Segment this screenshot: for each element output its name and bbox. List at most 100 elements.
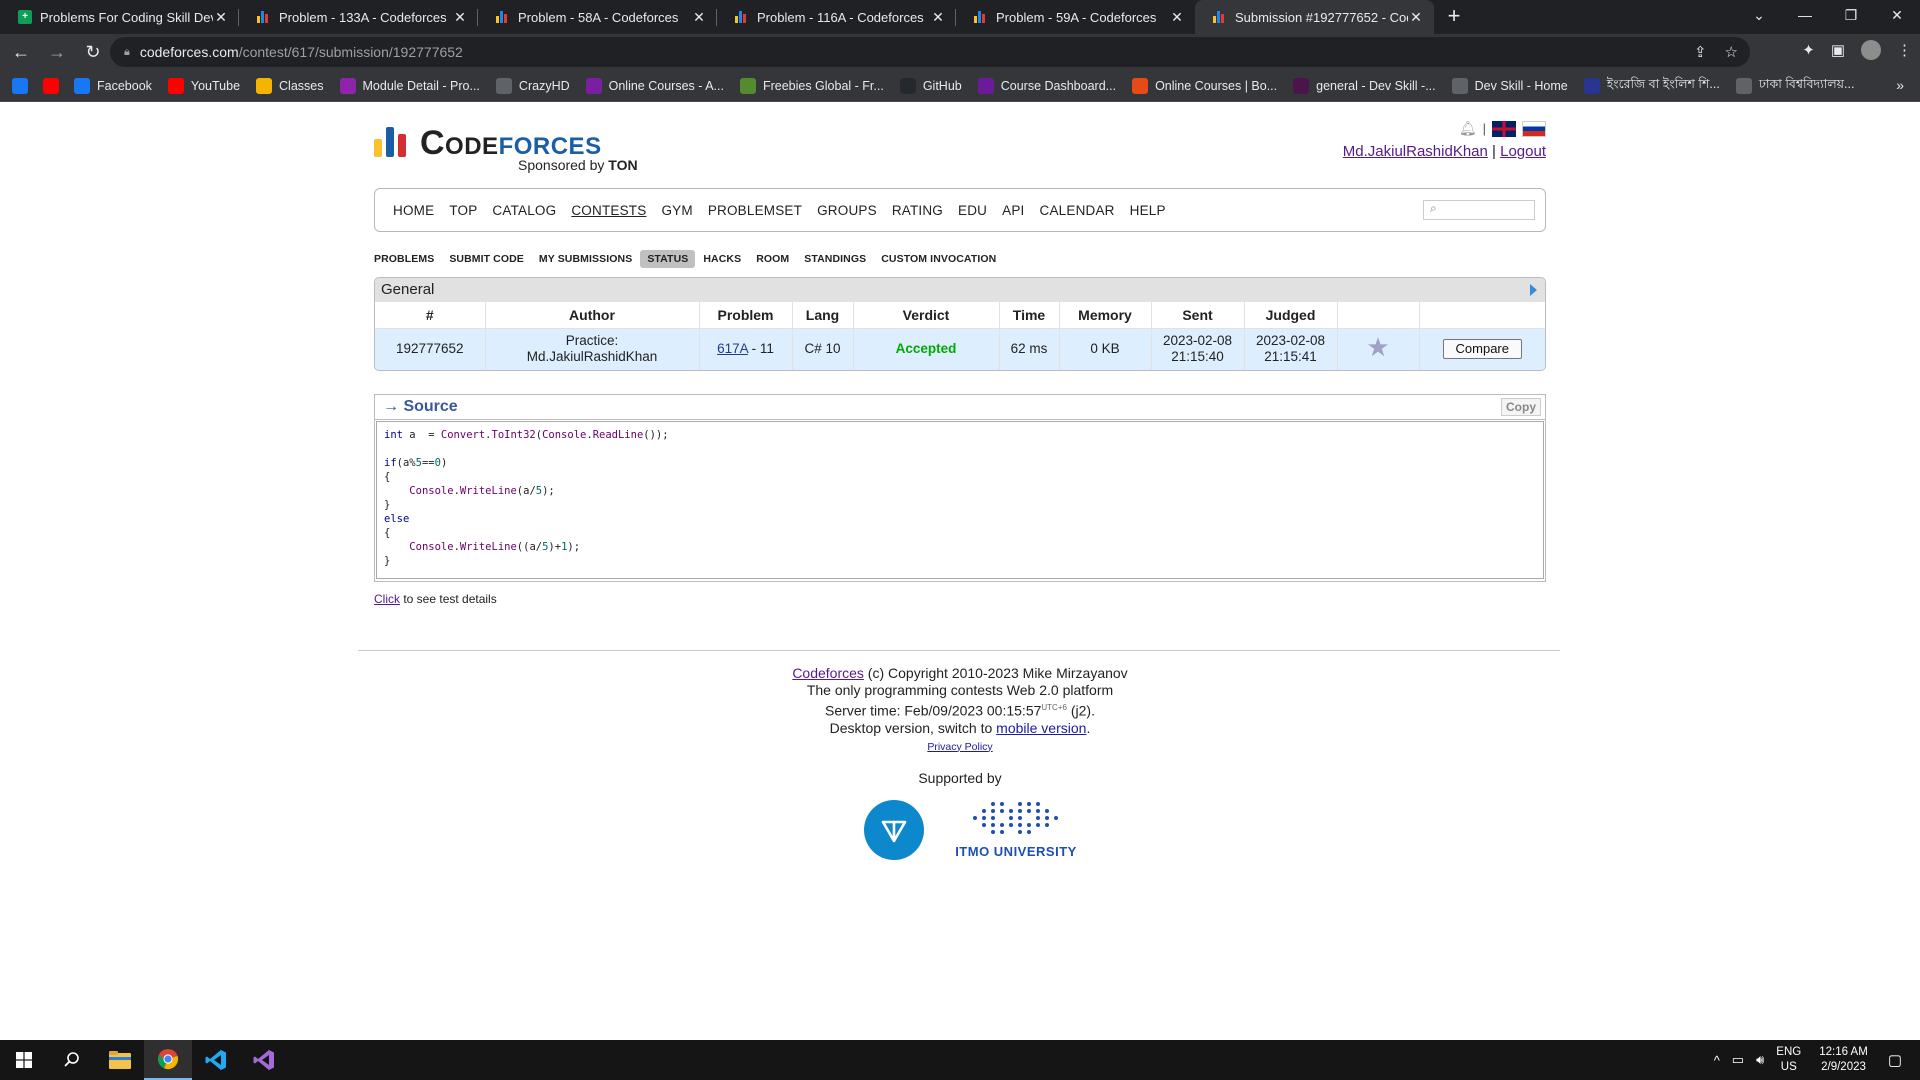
restore-icon[interactable]: ❐ — [1828, 0, 1874, 30]
back-icon[interactable]: ← — [6, 42, 36, 63]
bookmark-star-icon[interactable]: ☆ — [1725, 43, 1738, 61]
bookmark-item[interactable]: Online Courses - A... — [585, 77, 724, 94]
source-code[interactable]: int a = Convert.ToInt32(Console.ReadLine… — [376, 421, 1544, 579]
tab-search-icon[interactable]: ⌄ — [1736, 0, 1782, 30]
bookmark-label: general - Dev Skill -... — [1316, 78, 1436, 93]
menu-item-top[interactable]: Top — [449, 203, 477, 218]
file-explorer-icon[interactable] — [96, 1040, 144, 1080]
browser-tab[interactable]: Problem - 58A - Codeforces ✕ — [478, 0, 717, 34]
favourite-star-icon[interactable]: ★ — [1366, 332, 1389, 362]
subnav-standings[interactable]: Standings — [804, 253, 866, 265]
bookmark-item[interactable] — [12, 77, 35, 94]
logout-link[interactable]: Logout — [1500, 143, 1546, 160]
itmo-logo[interactable]: ITMO UNIVERSITY — [953, 802, 1079, 859]
bookmark-item[interactable] — [43, 77, 66, 94]
subnav-problems[interactable]: Problems — [374, 253, 434, 265]
bookmark-item[interactable]: CrazyHD — [495, 77, 570, 94]
close-window-icon[interactable]: ✕ — [1874, 0, 1920, 30]
tray-overflow-icon[interactable]: ^ — [1714, 1053, 1720, 1068]
bookmark-item[interactable]: Online Courses | Bo... — [1132, 77, 1277, 94]
close-icon[interactable]: ✕ — [691, 9, 707, 26]
menu-item-calendar[interactable]: Calendar — [1040, 203, 1115, 218]
network-icon[interactable]: ▭ — [1732, 1052, 1744, 1068]
windows-start-icon[interactable] — [0, 1040, 48, 1080]
menu-item-help[interactable]: Help — [1130, 203, 1166, 218]
menu-item-api[interactable]: API — [1002, 203, 1024, 218]
browser-tab[interactable]: Problem - 59A - Codeforces ✕ — [956, 0, 1195, 34]
privacy-policy-link[interactable]: Privacy Policy — [927, 741, 992, 753]
browser-tab[interactable]: Problem - 133A - Codeforces ✕ — [239, 0, 478, 34]
language-indicator[interactable]: ENG US — [1776, 1045, 1801, 1075]
bookmark-item[interactable]: ইংরেজি বা ইংলিশ শি... — [1583, 76, 1720, 96]
expand-arrow-icon[interactable] — [1530, 284, 1537, 296]
visual-studio-icon[interactable] — [240, 1040, 288, 1080]
new-tab-button[interactable]: + — [1434, 0, 1474, 34]
menu-item-home[interactable]: Home — [393, 203, 434, 218]
menu-icon[interactable]: ⋮ — [1897, 41, 1912, 59]
subnav-hacks[interactable]: Hacks — [703, 253, 741, 265]
close-icon[interactable]: ✕ — [1408, 9, 1424, 26]
close-icon[interactable]: ✕ — [213, 9, 229, 26]
notification-center-icon[interactable]: ▢ — [1888, 1051, 1902, 1069]
menu-item-problemset[interactable]: Problemset — [708, 203, 802, 218]
forward-icon[interactable]: → — [42, 42, 72, 63]
close-icon[interactable]: ✕ — [452, 9, 468, 26]
menu-item-gym[interactable]: Gym — [661, 203, 692, 218]
share-icon[interactable]: ⇪ — [1694, 43, 1707, 61]
chrome-icon[interactable] — [144, 1040, 192, 1080]
compare-button[interactable]: Compare — [1442, 339, 1522, 360]
bookmark-item[interactable]: Facebook — [74, 77, 152, 94]
menu-item-rating[interactable]: Rating — [892, 203, 943, 218]
user-profile-link[interactable]: Md.JakiulRashidKhan — [1343, 143, 1488, 160]
column-header: Sent — [1151, 302, 1245, 328]
bookmarks-overflow-icon[interactable]: » — [1896, 77, 1904, 93]
copy-button[interactable]: Copy — [1501, 398, 1541, 416]
search-input[interactable]: ⌕ — [1423, 200, 1535, 220]
subnav-my-submissions[interactable]: My Submissions — [539, 253, 632, 265]
test-details-link[interactable]: Click — [374, 592, 400, 606]
menu-item-edu[interactable]: Edu — [958, 203, 987, 218]
browser-tab[interactable]: + Problems For Coding Skill Develo ✕ — [0, 0, 239, 34]
bookmark-item[interactable]: YouTube — [167, 77, 240, 94]
vscode-icon[interactable] — [192, 1040, 240, 1080]
subnav-custom-invocation[interactable]: Custom Invocation — [881, 253, 996, 265]
menu-item-catalog[interactable]: Catalog — [492, 203, 556, 218]
search-icon[interactable] — [48, 1040, 96, 1080]
english-flag-icon[interactable] — [1492, 120, 1516, 137]
bookmark-item[interactable]: Module Detail - Pro... — [339, 77, 480, 94]
bookmark-item[interactable]: ঢাকা বিশ্ববিদ্যালয়... — [1735, 76, 1854, 96]
bookmark-item[interactable]: GitHub — [899, 77, 962, 94]
close-icon[interactable]: ✕ — [1169, 9, 1185, 26]
browser-tab-active[interactable]: Submission #192777652 - Codef ✕ — [1195, 0, 1434, 34]
close-icon[interactable]: ✕ — [930, 9, 946, 26]
minimize-icon[interactable]: — — [1782, 0, 1828, 30]
profile-avatar[interactable] — [1861, 40, 1881, 60]
address-bar[interactable]: 🔒︎ codeforces.com/contest/617/submission… — [110, 37, 1750, 67]
russian-flag-icon[interactable] — [1522, 120, 1546, 137]
bookmark-item[interactable]: Freebies Global - Fr... — [739, 77, 884, 94]
notification-bell-icon[interactable]: 🔔︎ — [1459, 120, 1477, 137]
extensions-icon[interactable]: ✦ — [1802, 41, 1815, 59]
reload-icon[interactable]: ↻ — [78, 42, 108, 63]
bookmark-item[interactable]: Classes — [256, 77, 324, 94]
clock[interactable]: 12:16 AM 2/9/2023 — [1819, 1045, 1868, 1075]
author-name[interactable]: Md.JakiulRashidKhan — [486, 349, 699, 365]
footer-codeforces-link[interactable]: Codeforces — [792, 665, 864, 681]
codeforces-logo[interactable]: Codeforces Sponsored by TON — [374, 126, 638, 173]
menu-item-groups[interactable]: Groups — [817, 203, 877, 218]
subnav-status[interactable]: Status — [640, 250, 696, 268]
language-code: ENG — [1776, 1046, 1802, 1058]
submission-status-table: General # Author Problem Lang Verdict Time Mem… — [374, 277, 1546, 371]
ton-logo-icon[interactable] — [864, 800, 924, 860]
browser-tab[interactable]: Problem - 116A - Codeforces ✕ — [717, 0, 956, 34]
mobile-version-link[interactable]: mobile version — [996, 720, 1086, 736]
subnav-room[interactable]: Room — [756, 253, 789, 265]
bookmark-item[interactable]: Dev Skill - Home — [1451, 77, 1568, 94]
problem-link[interactable]: 617A — [717, 341, 748, 356]
menu-item-contests[interactable]: Contests — [571, 203, 646, 218]
bookmark-item[interactable]: general - Dev Skill -... — [1293, 77, 1436, 94]
volume-icon[interactable]: 🔊︎ — [1756, 1052, 1764, 1068]
subnav-submit-code[interactable]: Submit Code — [449, 253, 524, 265]
bookmark-item[interactable]: Course Dashboard... — [977, 77, 1116, 94]
side-panel-icon[interactable]: ▣ — [1831, 41, 1845, 59]
